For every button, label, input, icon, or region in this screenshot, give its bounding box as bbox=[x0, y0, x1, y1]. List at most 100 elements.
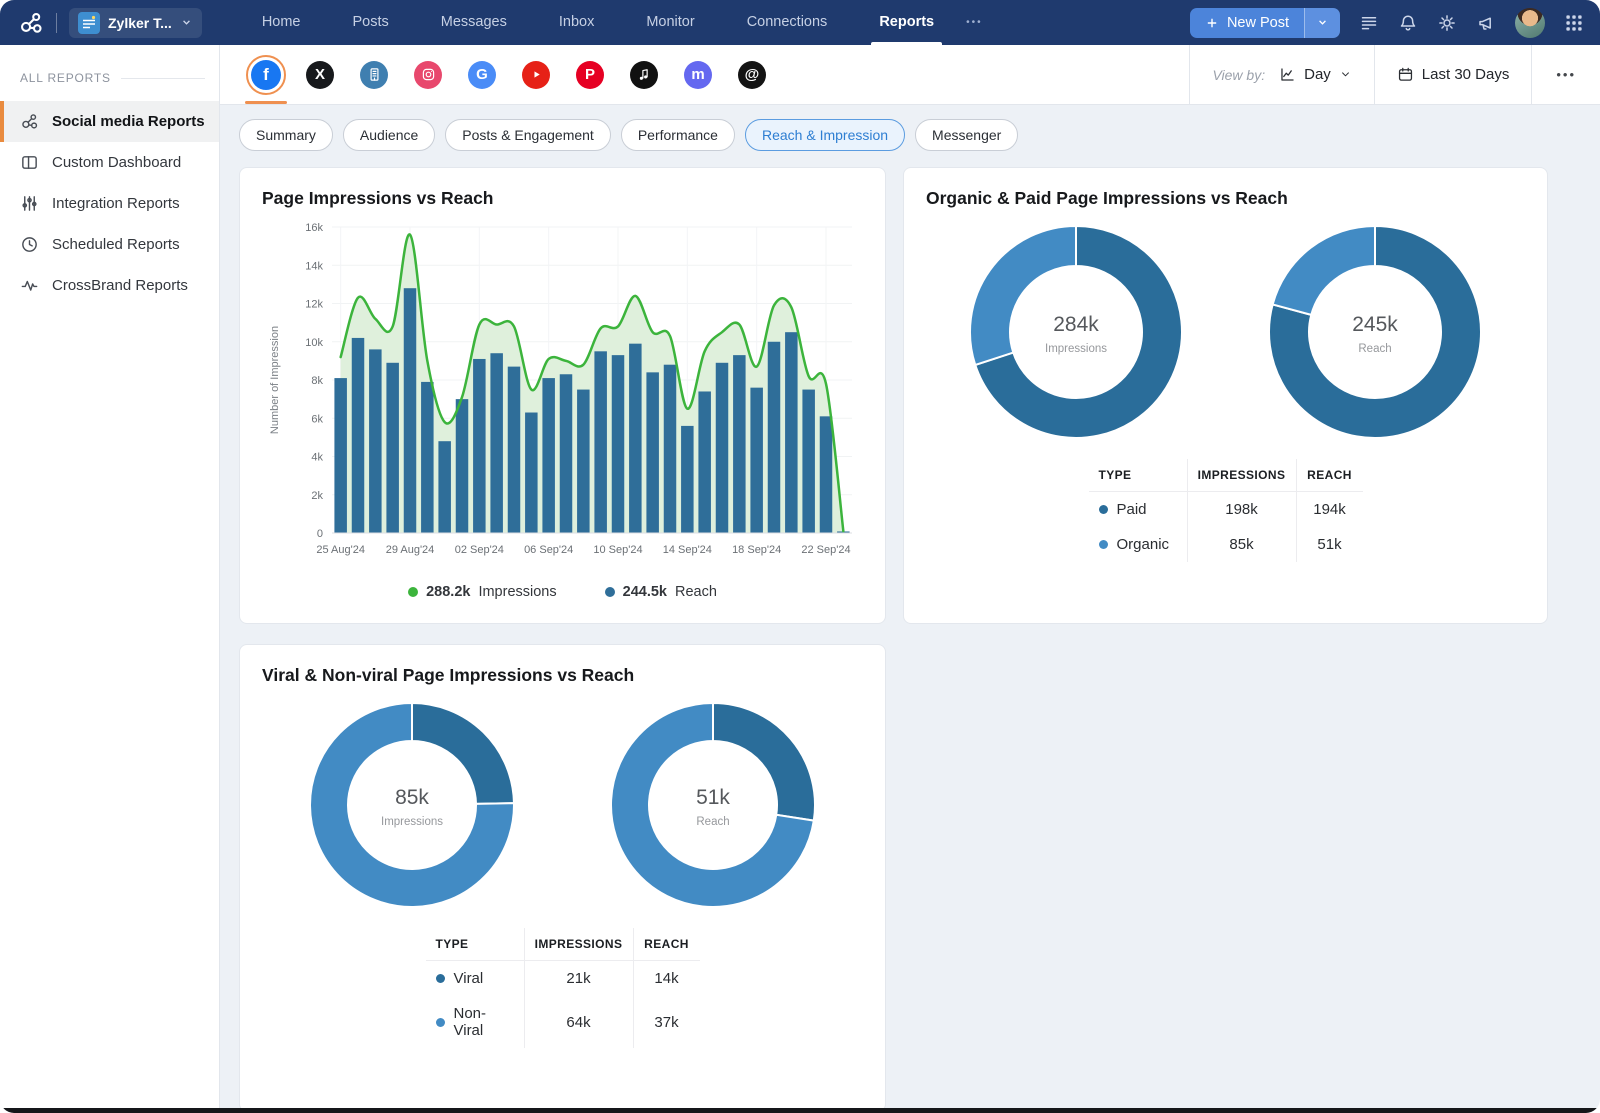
channel-pinterest-tab[interactable]: P bbox=[570, 55, 610, 95]
nav-item-inbox[interactable]: Inbox bbox=[533, 0, 620, 45]
nav-more-button[interactable]: ••• bbox=[960, 17, 989, 28]
svg-text:12k: 12k bbox=[305, 299, 323, 311]
divider bbox=[56, 13, 57, 33]
channel-youtube-tab[interactable] bbox=[516, 55, 556, 95]
type-label: Paid bbox=[1117, 501, 1147, 518]
zoho-social-logo-icon[interactable] bbox=[18, 10, 44, 36]
svg-text:0: 0 bbox=[317, 528, 323, 540]
breakdown-table: TYPEIMPRESSIONSREACHViral21k14kNon-Viral… bbox=[426, 928, 700, 1048]
combo-chart-svg: 02k4k6k8k10k12k14k16kNumber of Impressio… bbox=[262, 215, 862, 575]
legend-reach[interactable]: 244.5k Reach bbox=[605, 584, 717, 600]
nav-item-connections[interactable]: Connections bbox=[721, 0, 854, 45]
brand-name: Zylker T... bbox=[108, 15, 172, 31]
donut-center-label: Impressions bbox=[1045, 343, 1107, 355]
legend-total: 288.2k bbox=[426, 584, 470, 600]
tab-messenger[interactable]: Messenger bbox=[915, 119, 1018, 151]
brand-selector[interactable]: Zylker T... bbox=[69, 8, 202, 38]
donut-reach: 51kReach bbox=[606, 698, 820, 912]
svg-text:4k: 4k bbox=[311, 452, 323, 464]
bar-controls: View by: Day Last 30 Days ••• bbox=[1189, 45, 1600, 104]
table-row-viral: Viral21k14k bbox=[426, 961, 700, 996]
apps-grid-button[interactable] bbox=[1564, 13, 1584, 33]
tab-summary[interactable]: Summary bbox=[239, 119, 333, 151]
nav-right: New Post bbox=[1190, 8, 1584, 38]
impressions-value: 198k bbox=[1187, 492, 1297, 527]
date-range-selector[interactable]: Last 30 Days bbox=[1375, 66, 1532, 83]
svg-text:29 Aug'24: 29 Aug'24 bbox=[386, 544, 435, 556]
app-body: ALL REPORTS Social media ReportsCustom D… bbox=[0, 45, 1600, 1113]
crossbrand-reports-icon bbox=[20, 276, 39, 295]
type-cell: Organic bbox=[1089, 527, 1187, 562]
x-icon: X bbox=[306, 61, 334, 89]
bell-icon bbox=[1398, 13, 1418, 33]
nav-item-posts[interactable]: Posts bbox=[327, 0, 415, 45]
nav-item-messages[interactable]: Messages bbox=[415, 0, 533, 45]
svg-text:14k: 14k bbox=[305, 260, 323, 272]
settings-button[interactable] bbox=[1437, 13, 1457, 33]
tab-audience[interactable]: Audience bbox=[343, 119, 435, 151]
chevron-down-icon bbox=[180, 16, 193, 29]
breakdown-table: TYPEIMPRESSIONSREACHPaid198k194kOrganic8… bbox=[1089, 459, 1363, 562]
view-by-dropdown[interactable]: Day bbox=[1279, 66, 1374, 83]
svg-text:25 Aug'24: 25 Aug'24 bbox=[316, 544, 365, 556]
user-avatar[interactable] bbox=[1515, 8, 1545, 38]
card-title: Organic & Paid Page Impressions vs Reach bbox=[926, 188, 1525, 209]
feed-list-icon bbox=[1359, 13, 1379, 33]
new-post-dropdown-button[interactable] bbox=[1304, 8, 1340, 38]
channel-google-tab[interactable]: G bbox=[462, 55, 502, 95]
sidebar-item-social-media-reports[interactable]: Social media Reports bbox=[0, 101, 219, 142]
notifications-button[interactable] bbox=[1398, 13, 1418, 33]
channel-linkedin-company-tab[interactable] bbox=[354, 55, 394, 95]
legend-dot-icon bbox=[408, 587, 418, 597]
channel-tiktok-tab[interactable] bbox=[624, 55, 664, 95]
table-header-row: TYPEIMPRESSIONSREACH bbox=[1089, 459, 1363, 492]
sidebar-item-label: Social media Reports bbox=[52, 113, 205, 130]
reports-sidebar: ALL REPORTS Social media ReportsCustom D… bbox=[0, 45, 220, 1113]
nav-item-reports[interactable]: Reports bbox=[853, 0, 960, 45]
more-options-button[interactable]: ••• bbox=[1532, 67, 1600, 82]
legend-total: 244.5k bbox=[623, 584, 667, 600]
table-row-organic: Organic85k51k bbox=[1089, 527, 1363, 562]
reach-value: 14k bbox=[634, 961, 700, 996]
sidebar-item-scheduled-reports[interactable]: Scheduled Reports bbox=[0, 224, 219, 265]
nav-item-monitor[interactable]: Monitor bbox=[620, 0, 720, 45]
channel-x-tab[interactable]: X bbox=[300, 55, 340, 95]
report-content: Summary Audience Posts & Engagement Perform… bbox=[220, 105, 1600, 1113]
apps-grid-icon bbox=[1564, 13, 1584, 33]
social-media-reports-icon bbox=[20, 112, 39, 131]
type-label: Viral bbox=[454, 970, 484, 987]
tab-performance[interactable]: Performance bbox=[621, 119, 735, 151]
google-icon: G bbox=[468, 61, 496, 89]
sidebar-item-integration-reports[interactable]: Integration Reports bbox=[0, 183, 219, 224]
new-post-button[interactable]: New Post bbox=[1190, 8, 1340, 38]
activity-feed-button[interactable] bbox=[1359, 13, 1379, 33]
channel-facebook-tab[interactable]: f bbox=[246, 55, 286, 95]
impressions-value: 85k bbox=[1187, 527, 1297, 562]
legend-impressions[interactable]: 288.2k Impressions bbox=[408, 584, 557, 600]
divider bbox=[121, 78, 205, 79]
sidebar-items: Social media Reports Custom DashboardInte… bbox=[0, 101, 219, 306]
type-cell: Non-Viral bbox=[426, 996, 524, 1048]
series-dot-icon bbox=[1099, 505, 1108, 514]
custom-dashboard-icon bbox=[20, 153, 39, 172]
divider bbox=[1189, 45, 1190, 104]
nav-item-home[interactable]: Home bbox=[236, 0, 327, 45]
table-header-row: TYPEIMPRESSIONSREACH bbox=[426, 928, 700, 961]
sidebar-item-custom-dashboard[interactable]: Custom Dashboard bbox=[0, 142, 219, 183]
donut-slice-organic[interactable] bbox=[1273, 226, 1375, 315]
channel-threads-tab[interactable]: @ bbox=[732, 55, 772, 95]
tab-reach-impression[interactable]: Reach & Impression bbox=[745, 119, 905, 151]
plus-icon bbox=[1205, 16, 1219, 30]
channel-mastodon-tab[interactable]: m bbox=[678, 55, 718, 95]
sidebar-item-crossbrand-reports[interactable]: CrossBrand Reports bbox=[0, 265, 219, 306]
svg-text:14 Sep'24: 14 Sep'24 bbox=[663, 544, 712, 556]
table-header-type: TYPE bbox=[426, 928, 524, 960]
donut-reach: 245kReach bbox=[1264, 221, 1486, 443]
tab-posts-engagement[interactable]: Posts & Engagement bbox=[445, 119, 611, 151]
card-title: Viral & Non-viral Page Impressions vs Re… bbox=[262, 665, 863, 686]
legend-dot-icon bbox=[605, 587, 615, 597]
card-organic-paid-impressions-vs-reach: Organic & Paid Page Impressions vs Reach… bbox=[903, 167, 1548, 624]
announcements-button[interactable] bbox=[1476, 13, 1496, 33]
channel-instagram-tab[interactable] bbox=[408, 55, 448, 95]
table-header-reach: REACH bbox=[1297, 459, 1363, 491]
